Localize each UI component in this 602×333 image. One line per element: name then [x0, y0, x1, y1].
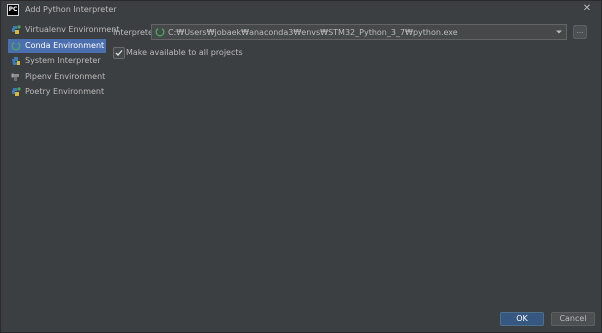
- dialog-title: Add Python Interpreter: [25, 5, 117, 14]
- poetry-icon: [11, 87, 21, 97]
- sidebar-item-poetry[interactable]: Poetry Environment: [8, 85, 106, 99]
- sidebar-item-system-interpreter[interactable]: System Interpreter: [8, 54, 106, 68]
- environment-type-list: Virtualenv Environment Conda Environment…: [8, 23, 120, 101]
- conda-icon: [155, 27, 165, 37]
- interpreter-select[interactable]: C:₩Users₩jobaek₩anaconda3₩envs₩STM32_Pyt…: [151, 24, 567, 40]
- interpreter-path: C:₩Users₩jobaek₩anaconda3₩envs₩STM32_Pyt…: [168, 28, 458, 37]
- virtualenv-icon: [11, 25, 21, 35]
- cancel-button[interactable]: Cancel: [551, 312, 595, 326]
- sidebar-item-pipenv[interactable]: Pipenv Environment: [8, 70, 106, 84]
- chevron-down-icon[interactable]: [555, 28, 563, 36]
- conda-icon: [11, 41, 21, 51]
- browse-button[interactable]: ...: [573, 25, 587, 39]
- sidebar-item-label: Virtualenv Environment: [25, 25, 120, 34]
- pycharm-icon: PC: [7, 4, 19, 16]
- sidebar-item-conda[interactable]: Conda Environment: [8, 38, 106, 53]
- ok-button[interactable]: OK: [500, 312, 544, 326]
- make-available-checkbox[interactable]: [113, 47, 125, 59]
- checkmark-icon: [115, 50, 123, 56]
- title-bar: PC Add Python Interpreter ✕: [1, 1, 601, 19]
- sidebar-item-virtualenv[interactable]: Virtualenv Environment: [8, 23, 120, 37]
- make-available-label: Make available to all projects: [126, 48, 243, 57]
- close-icon[interactable]: ✕: [581, 3, 593, 15]
- sidebar-item-label: System Interpreter: [25, 56, 101, 65]
- sidebar-item-label: Pipenv Environment: [25, 71, 106, 81]
- sidebar-item-label: Poetry Environment: [25, 87, 105, 96]
- pipenv-icon: [11, 72, 21, 82]
- add-python-interpreter-dialog: PC Add Python Interpreter ✕ Virtualenv E…: [0, 0, 602, 333]
- sidebar-item-label: Conda Environment: [25, 40, 105, 50]
- python-icon: [11, 56, 21, 66]
